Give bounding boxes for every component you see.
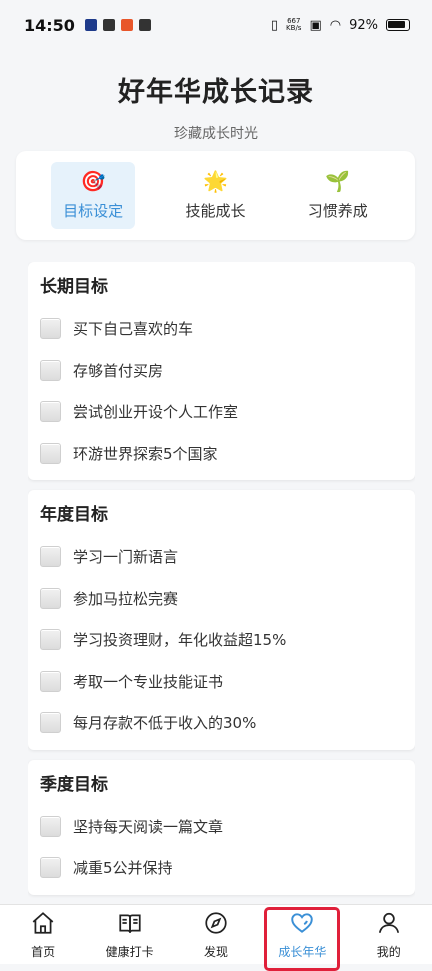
goal-item-label: 买下自己喜欢的车 (73, 320, 194, 339)
goal-item-label: 学习一门新语言 (73, 548, 179, 567)
goal-item[interactable]: 买下自己喜欢的车 (40, 308, 403, 350)
checkbox[interactable] (40, 712, 61, 734)
sim-icon: ▣ (309, 17, 322, 33)
goals-list: 长期目标买下自己喜欢的车 存够首付买房尝试创业开设个人工作室 环游世界探索5个国家年… (28, 262, 415, 904)
goal-item[interactable]: 每月存款不低于收入的30% (40, 702, 403, 744)
nav-label: 发现 (203, 944, 228, 959)
checkbox[interactable] (40, 587, 61, 609)
page-subtitle: 珍藏成长时光 (174, 126, 258, 142)
page-header: 好年华成长记录 珍藏成长时光 (0, 70, 432, 143)
nav-label: 成长年华 (278, 944, 327, 959)
goal-section-title: 季度目标 (40, 774, 108, 795)
status-right: ▯ 667 KB/s ▣ ◠ 92% (271, 18, 410, 33)
goal-item-label: 每月存款不低于收入的30% (73, 714, 257, 733)
goal-item-label: 减重5公并保持 (73, 859, 173, 878)
nav-label: 健康打卡 (105, 944, 154, 959)
nav-label: 我的 (376, 944, 401, 959)
tab-label: 目标设定 (63, 202, 124, 220)
battery-icon (386, 19, 410, 31)
checkbox[interactable] (40, 401, 61, 423)
checkbox[interactable] (40, 629, 61, 651)
checkbox[interactable] (40, 442, 61, 464)
goal-item[interactable]: 学习一门新语言 (40, 536, 403, 578)
goal-item-label: 参加马拉松完赛 (73, 589, 179, 608)
goal-item-label: 存够首付买房 (73, 361, 164, 380)
nav-item-heart[interactable]: 成长年华 (262, 906, 342, 971)
goal-item[interactable]: 减重5公并保持 (40, 847, 403, 889)
tab-label: 习惯养成 (307, 202, 368, 220)
app-notification-icon (84, 19, 97, 31)
goal-item-label: 环游世界探索5个国家 (73, 444, 218, 463)
vibrate-icon: ▯ (270, 17, 279, 33)
page-title: 好年华成长记录 (118, 77, 314, 108)
goal-section-title: 长期目标 (40, 277, 108, 297)
goal-section-card: 长期目标买下自己喜欢的车 存够首付买房尝试创业开设个人工作室 环游世界探索5个国家 (28, 262, 415, 480)
goal-item-label: 尝试创业开设个人工作室 (73, 403, 239, 422)
goal-item[interactable]: 尝试创业开设个人工作室 (40, 391, 403, 433)
bottom-nav: 首页 健康打卡 发现 成长年华 我的 (0, 904, 432, 971)
goal-section-card: 季度目标坚持每天阅读一篇文章 减重5公并保持 (28, 759, 415, 895)
goal-item[interactable]: 学习投资理财，年化收益超15% (40, 619, 403, 661)
app-notification-icon (102, 19, 115, 31)
book-icon (117, 910, 143, 939)
nav-item-book[interactable]: 健康打卡 (90, 906, 170, 964)
goal-section-card: 年度目标学习一门新语言 参加马拉松完赛学习投资理财，年化收益超15% 考取一个专业技… (28, 490, 415, 750)
net-speed-unit: KB/s (286, 24, 302, 32)
nav-item-user[interactable]: 我的 (349, 906, 429, 964)
goal-item-label: 考取一个专业技能证书 (73, 672, 224, 691)
home-icon (30, 910, 56, 939)
goal-item[interactable]: 坚持每天阅读一篇文章 (40, 806, 403, 848)
battery-percent: 92% (349, 17, 378, 33)
tab-sprout[interactable]: 🌱 习惯养成 (296, 162, 380, 229)
status-time: 14:50 (24, 15, 75, 35)
goal-item[interactable]: 考取一个专业技能证书 (40, 661, 403, 703)
category-tabs: 🎯 目标设定 🌟 技能成长 🌱 习惯养成 (16, 151, 415, 240)
heart-icon (289, 910, 315, 939)
net-speed: 667 KB/s (286, 18, 301, 32)
checkbox[interactable] (40, 546, 61, 568)
goal-item-label: 坚持每天阅读一篇文章 (73, 817, 224, 836)
tab-label: 技能成长 (185, 202, 246, 220)
nav-label: 首页 (31, 944, 56, 959)
tab-target[interactable]: 🎯 目标设定 (51, 162, 136, 229)
nav-item-compass[interactable]: 发现 (176, 906, 256, 964)
nav-item-home[interactable]: 首页 (3, 906, 83, 964)
sprout-icon: 🌱 (325, 169, 351, 193)
checkbox[interactable] (40, 359, 61, 381)
goal-item[interactable]: 环游世界探索5个国家 (40, 433, 403, 475)
mail-icon (138, 19, 151, 31)
goal-section-title: 年度目标 (40, 505, 108, 525)
status-left: 14:50 (24, 16, 151, 35)
star-icon: 🌟 (203, 169, 228, 193)
app-notification-icon (120, 19, 133, 31)
target-icon: 🎯 (80, 169, 106, 193)
compass-icon (203, 910, 229, 939)
wifi-icon: ◠ (329, 17, 342, 33)
user-icon (376, 910, 402, 939)
status-bar: 14:50 ▯ 667 KB/s ▣ ◠ 92% (0, 0, 432, 50)
checkbox[interactable] (40, 857, 61, 879)
goal-item[interactable]: 参加马拉松完赛 (40, 578, 403, 620)
checkbox[interactable] (40, 670, 61, 692)
tab-star[interactable]: 🌟 技能成长 (173, 162, 257, 229)
goal-item-label: 学习投资理财，年化收益超15% (73, 631, 287, 650)
checkbox[interactable] (40, 815, 61, 837)
checkbox[interactable] (40, 318, 61, 340)
goal-item[interactable]: 存够首付买房 (40, 350, 403, 392)
